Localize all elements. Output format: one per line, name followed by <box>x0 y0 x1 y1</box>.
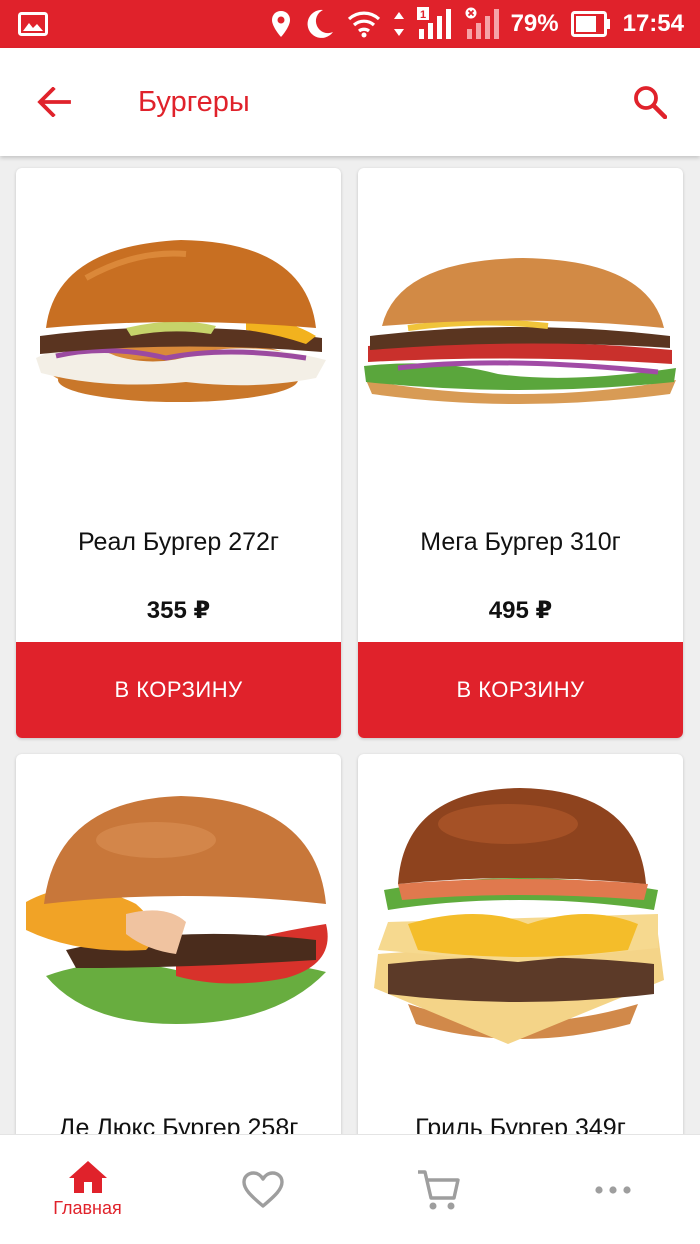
add-to-cart-button[interactable]: В КОРЗИНУ <box>16 642 341 738</box>
product-name: Де Люкс Бургер 258г <box>58 1114 299 1136</box>
nav-home-label: Главная <box>53 1198 122 1218</box>
data-arrows-icon <box>393 11 405 37</box>
more-icon <box>594 1185 631 1194</box>
back-arrow-icon <box>37 87 71 117</box>
burger-image <box>26 796 328 1024</box>
product-card[interactable]: Де Люкс Бургер 258г <box>16 754 341 1136</box>
nav-more[interactable] <box>525 1135 700 1244</box>
page-title: Бургеры <box>138 85 250 118</box>
product-card[interactable]: Мега Бургер 310г 495 ₽ В КОРЗИНУ <box>358 168 683 738</box>
clock: 17:54 <box>622 10 684 37</box>
burger-image <box>364 258 676 404</box>
product-card[interactable]: Реал Бургер 272г 355 ₽ В КОРЗИНУ <box>16 168 341 738</box>
battery-percent: 79% <box>510 10 559 37</box>
back-button[interactable] <box>26 74 82 130</box>
product-price: 355 ₽ <box>146 597 211 624</box>
burger-image <box>36 240 326 402</box>
nav-home[interactable]: Главная <box>0 1135 175 1244</box>
nav-cart[interactable] <box>350 1135 525 1244</box>
battery-icon <box>570 11 611 37</box>
signal-sim2-icon <box>465 7 499 41</box>
heart-icon <box>241 1170 284 1208</box>
home-icon <box>68 1161 107 1193</box>
app-bar: Бургеры <box>0 48 700 156</box>
location-icon <box>271 10 291 38</box>
burger-image <box>374 788 664 1044</box>
status-right: 1 79% 17:54 <box>271 7 684 41</box>
bottom-navigation: Главная <box>0 1134 700 1244</box>
wifi-icon <box>347 10 381 38</box>
nav-favorites[interactable] <box>175 1135 350 1244</box>
svg-text:1: 1 <box>420 9 426 21</box>
gallery-icon <box>18 12 48 36</box>
product-name: Мега Бургер 310г <box>420 528 621 556</box>
product-grid: Реал Бургер 272г 355 ₽ В КОРЗИНУ Мега Бу… <box>0 156 700 1136</box>
signal-sim1-icon: 1 <box>416 7 453 41</box>
cart-icon <box>417 1169 460 1209</box>
add-to-cart-button[interactable]: В КОРЗИНУ <box>358 642 683 738</box>
search-icon <box>634 86 667 119</box>
status-bar: 1 79% 17:54 <box>0 0 700 48</box>
product-name: Реал Бургер 272г <box>77 528 280 556</box>
product-price: 495 ₽ <box>488 597 553 624</box>
status-left <box>18 12 271 36</box>
product-name: Гриль Бургер 349г <box>415 1114 626 1136</box>
search-button[interactable] <box>622 74 678 130</box>
product-card[interactable]: Гриль Бургер 349г <box>358 754 683 1136</box>
moon-icon <box>303 8 335 40</box>
